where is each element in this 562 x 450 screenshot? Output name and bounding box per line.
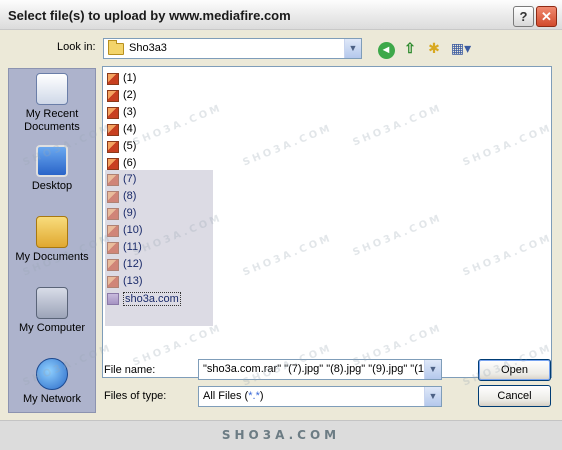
window-title: Select file(s) to upload by www.mediafir… xyxy=(8,8,291,23)
open-file-dialog: Look in: Sho3a3 ▼ ◄ ⇧ ✱ ▦▾ My Recent Doc… xyxy=(0,30,562,420)
look-in-value: Sho3a3 xyxy=(129,42,167,54)
open-button[interactable]: Open xyxy=(478,359,551,381)
image-file-icon xyxy=(107,140,119,153)
file-item-name: (2) xyxy=(123,88,137,101)
cancel-button[interactable]: Cancel xyxy=(478,385,551,407)
file-item-name: (13) xyxy=(123,274,143,287)
place-label: My Network xyxy=(22,393,82,405)
file-item-name: (8) xyxy=(123,190,137,203)
place-my-computer[interactable]: My Computer xyxy=(9,287,95,335)
create-new-folder-button[interactable]: ✱ xyxy=(424,38,444,58)
file-item-name: (7) xyxy=(123,173,137,186)
place-desktop[interactable]: Desktop xyxy=(9,145,95,193)
file-item-name: (5) xyxy=(123,139,137,152)
file-item-name: (10) xyxy=(123,224,143,237)
recent-documents-icon xyxy=(36,73,68,105)
image-file-icon xyxy=(107,275,119,288)
close-button[interactable]: ✕ xyxy=(536,6,557,27)
file-list[interactable]: (1) (2) (3) (4) (5) (6) (7) (8) (9) (10) (11) (12) (… xyxy=(102,66,552,378)
back-button[interactable]: ◄ xyxy=(376,38,396,59)
file-name-field[interactable]: "sho3a.com.rar" "(7).jpg" "(8).jpg" "(9)… xyxy=(198,359,442,380)
chevron-down-icon[interactable]: ▼ xyxy=(344,39,361,58)
my-computer-icon xyxy=(36,287,68,319)
back-arrow-icon: ◄ xyxy=(377,42,395,59)
image-file-icon xyxy=(107,242,119,254)
place-my-recent-documents[interactable]: My Recent Documents xyxy=(9,73,95,134)
file-item-name: (12) xyxy=(123,257,143,270)
look-in-label: Look in: xyxy=(57,41,96,53)
place-label: My Documents xyxy=(15,251,89,263)
image-file-icon xyxy=(107,258,119,271)
places-bar: My Recent Documents Desktop My Documents… xyxy=(8,68,96,413)
file-name-value: "sho3a.com.rar" "(7).jpg" "(8).jpg" "(9)… xyxy=(203,363,431,375)
files-of-type-label: Files of type: xyxy=(104,390,167,402)
image-file-icon xyxy=(107,157,119,170)
place-my-documents[interactable]: My Documents xyxy=(9,216,95,264)
image-file-icon xyxy=(107,89,119,102)
file-name-label: File name: xyxy=(104,364,156,376)
image-file-icon xyxy=(107,73,119,85)
place-label: My Recent Documents xyxy=(24,108,80,133)
chevron-down-icon[interactable]: ▼ xyxy=(424,360,441,379)
my-network-icon xyxy=(36,358,68,390)
place-label: My Computer xyxy=(18,322,86,334)
file-item-name: (6) xyxy=(123,156,137,169)
views-menu-button[interactable]: ▦▾ xyxy=(448,38,474,58)
image-file-icon xyxy=(107,174,119,187)
files-of-type-value: All Files (*.*) xyxy=(203,390,264,402)
place-my-network[interactable]: My Network xyxy=(9,358,95,406)
file-item-name: (1) xyxy=(123,72,137,84)
file-item-name: (9) xyxy=(123,207,137,220)
file-item-name: (3) xyxy=(123,105,137,118)
folder-icon xyxy=(108,40,124,55)
file-item-name: (4) xyxy=(123,122,137,135)
views-menu-icon: ▦▾ xyxy=(450,40,472,56)
footer-watermark: SHO3A.COM xyxy=(221,428,341,442)
my-documents-icon xyxy=(36,216,68,248)
footer-strip: SHO3A.COM xyxy=(0,420,562,450)
new-folder-icon: ✱ xyxy=(428,40,440,56)
image-file-icon xyxy=(107,191,119,204)
chevron-down-icon[interactable]: ▼ xyxy=(424,387,441,406)
up-one-level-button[interactable]: ⇧ xyxy=(400,38,420,58)
place-label: Desktop xyxy=(31,180,73,192)
image-file-icon xyxy=(107,225,119,238)
image-file-icon xyxy=(107,208,119,221)
desktop-icon xyxy=(36,145,68,177)
image-file-icon xyxy=(107,123,119,136)
help-button[interactable]: ? xyxy=(513,6,534,27)
file-item-name: (11) xyxy=(123,241,142,253)
archive-file-icon xyxy=(107,292,119,305)
look-in-dropdown[interactable]: Sho3a3 ▼ xyxy=(103,38,362,59)
files-of-type-dropdown[interactable]: All Files (*.*) ▼ xyxy=(198,386,442,407)
title-bar: Select file(s) to upload by www.mediafir… xyxy=(0,0,562,30)
image-file-icon xyxy=(107,106,119,119)
file-item-name: sho3a.com xyxy=(123,291,181,306)
up-folder-icon: ⇧ xyxy=(404,40,416,56)
